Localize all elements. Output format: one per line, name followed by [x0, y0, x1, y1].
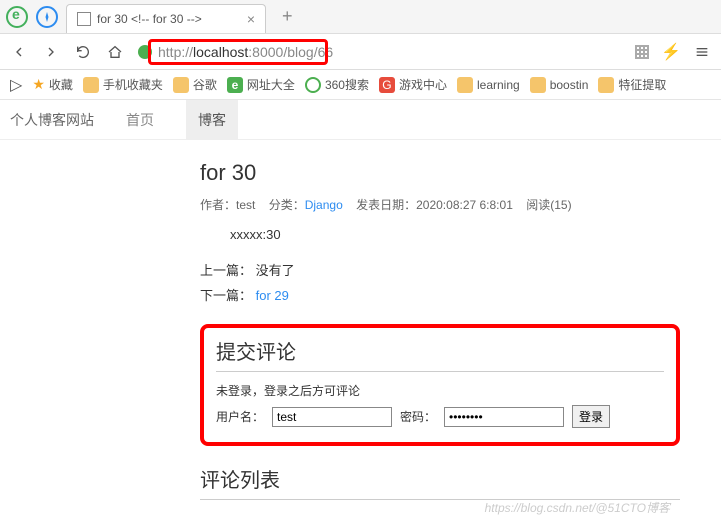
bookmark-item[interactable]: learning [457, 77, 520, 93]
post-body: xxxxx:30 [230, 227, 680, 242]
site-icon [305, 77, 321, 93]
folder-icon [457, 77, 473, 93]
site-brand[interactable]: 个人博客网站 [10, 110, 94, 130]
bookmark-item[interactable]: 手机收藏夹 [83, 76, 163, 93]
bookmark-item[interactable]: 谷歌 [173, 76, 217, 93]
reload-button[interactable] [74, 43, 92, 61]
site-icon: G [379, 77, 395, 93]
folder-icon [173, 77, 189, 93]
new-tab-button[interactable]: + [274, 6, 301, 27]
url-text: http://localhost:8000/blog/66 [158, 44, 333, 60]
qr-icon[interactable] [635, 45, 649, 59]
site-info-icon[interactable] [138, 45, 152, 59]
nav-blog[interactable]: 博客 [186, 100, 238, 140]
folder-icon [530, 77, 546, 93]
forward-button[interactable] [42, 43, 60, 61]
site-icon: e [227, 77, 243, 93]
bookmark-item[interactable]: G游戏中心 [379, 76, 447, 93]
page-icon [77, 12, 91, 26]
folder-icon [83, 77, 99, 93]
category-link[interactable]: Django [305, 198, 343, 212]
address-bar[interactable]: http://localhost:8000/blog/66 [138, 44, 621, 60]
compass-icon[interactable] [36, 6, 58, 28]
prev-post: 上一篇： 没有了 [200, 260, 680, 279]
password-input[interactable] [444, 407, 564, 427]
post-title: for 30 [200, 160, 680, 186]
comment-form-highlight: 提交评论 未登录，登录之后方可评论 用户名： 密码： 登录 [200, 324, 680, 446]
login-hint: 未登录，登录之后方可评论 [216, 382, 664, 399]
home-button[interactable] [106, 43, 124, 61]
comment-title: 提交评论 [216, 336, 664, 372]
username-label: 用户名： [216, 408, 264, 425]
menu-icon[interactable] [693, 43, 711, 61]
watermark: https://blog.csdn.net/@51CTO博客 [485, 499, 670, 516]
bookmark-bar: ▷ ★收藏 手机收藏夹 谷歌 e网址大全 360搜索 G游戏中心 learnin… [0, 70, 721, 100]
site-nav: 个人博客网站 首页 博客 [0, 100, 721, 140]
bookmark-item[interactable]: 特征提取 [598, 76, 666, 93]
browser-logo-icon [6, 6, 28, 28]
password-label: 密码： [400, 408, 436, 425]
close-icon[interactable]: × [247, 11, 255, 27]
nav-home[interactable]: 首页 [114, 100, 166, 140]
back-button[interactable] [10, 43, 28, 61]
next-post-link[interactable]: for 29 [256, 288, 289, 303]
bookmark-item[interactable]: 360搜索 [305, 76, 369, 93]
next-post: 下一篇： for 29 [200, 285, 680, 304]
bookmark-item[interactable]: boostin [530, 77, 589, 93]
expand-icon[interactable]: ▷ [10, 75, 22, 95]
star-icon: ★ [32, 76, 45, 93]
tab-title: for 30 <!-- for 30 --> [97, 12, 241, 26]
browser-tab[interactable]: for 30 <!-- for 30 --> × [66, 4, 266, 33]
bookmark-item[interactable]: e网址大全 [227, 76, 295, 93]
comment-list-title: 评论列表 [200, 464, 680, 500]
bolt-icon[interactable]: ⚡ [661, 42, 681, 62]
folder-icon [598, 77, 614, 93]
favorites-button[interactable]: ★收藏 [32, 76, 73, 93]
username-input[interactable] [272, 407, 392, 427]
post-meta: 作者：test 分类：Django 发表日期：2020:08:27 6:8:01… [200, 196, 680, 213]
login-button[interactable]: 登录 [572, 405, 610, 428]
